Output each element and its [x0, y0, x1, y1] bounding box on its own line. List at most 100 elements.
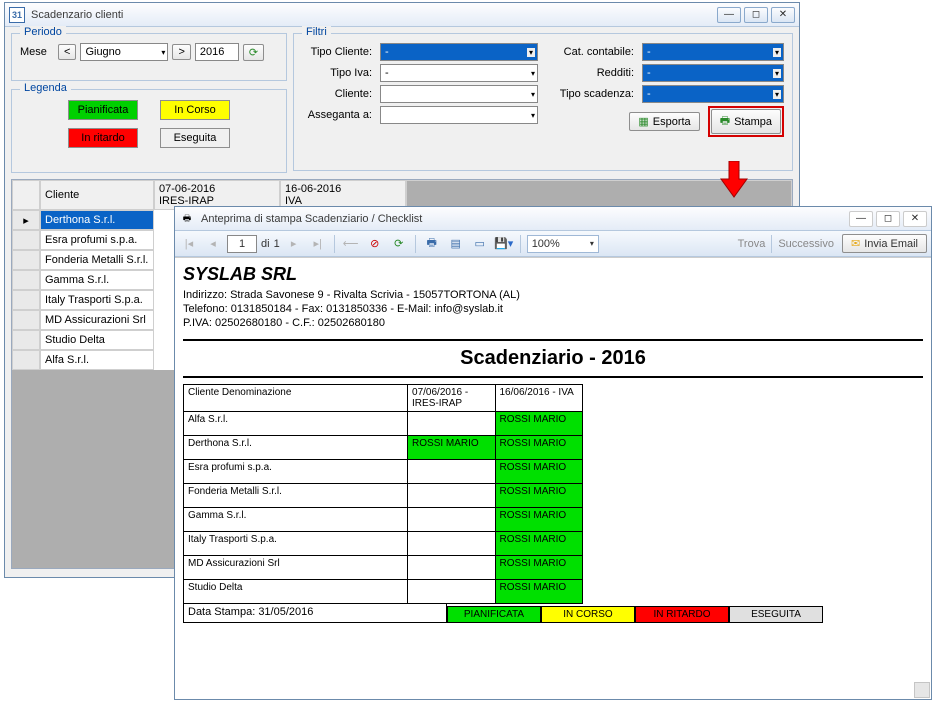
preview-toolbar: |◂ ◂ 1 di 1 ▸ ▸| ⟵ ⊘ ⟳ 🖶 ▤ ▭ 💾▾ 100%▾ Tr… [175, 231, 931, 257]
tipo-scadenza-select[interactable]: -▾ [642, 85, 784, 103]
cat-contabile-select[interactable]: -▾ [642, 43, 784, 61]
export-button[interactable]: 💾▾ [494, 234, 514, 254]
col2-cell: ROSSI MARIO [495, 436, 583, 460]
mail-icon: ✉ [851, 237, 860, 250]
minimize-button[interactable]: — [717, 7, 741, 23]
chevron-down-icon: ▾ [773, 90, 781, 99]
report-piva: P.IVA: 02502680180 - C.F.: 02502680180 [183, 317, 923, 329]
cliente-cell: Studio Delta [184, 580, 408, 604]
close-button[interactable]: ✕ [903, 211, 927, 227]
cliente-select[interactable]: ▾ [380, 85, 538, 103]
tipo-iva-select[interactable]: -▾ [380, 64, 538, 82]
table-row: Studio Delta ROSSI MARIO [184, 580, 583, 604]
last-page-button[interactable]: ▸| [308, 234, 328, 254]
col1-cell: ROSSI MARIO [408, 436, 495, 460]
maximize-button[interactable]: ◻ [876, 211, 900, 227]
close-button[interactable]: ✕ [771, 7, 795, 23]
prev-page-button[interactable]: ◂ [203, 234, 223, 254]
page-setup-button[interactable]: ▭ [470, 234, 490, 254]
cliente-cell: Italy Trasporti S.p.a. [40, 290, 154, 310]
invia-email-button[interactable]: ✉Invia Email [842, 234, 927, 253]
stop-button[interactable]: ⊘ [365, 234, 385, 254]
cliente-cell: Gamma S.r.l. [184, 508, 408, 532]
tipo-cliente-select[interactable]: -▾ [380, 43, 538, 61]
tipo-iva-label: Tipo Iva: [302, 67, 376, 79]
leg-pianificata: PIANIFICATA [447, 606, 541, 623]
find-link[interactable]: Trova [738, 238, 766, 250]
prev-month-button[interactable]: < [58, 44, 76, 60]
row-marker [12, 330, 40, 350]
next-link[interactable]: Successivo [778, 238, 834, 250]
printer-icon: 🖶 [179, 211, 195, 227]
cliente-cell: Italy Trasporti S.p.a. [184, 532, 408, 556]
row-marker [12, 350, 40, 370]
zoom-select[interactable]: 100%▾ [527, 235, 599, 253]
col2-cell: ROSSI MARIO [495, 580, 583, 604]
refresh-button[interactable]: ⟳ [243, 44, 264, 61]
col2-cell: ROSSI MARIO [495, 484, 583, 508]
print-icon: 🖶 [720, 112, 730, 131]
col1-cell [408, 556, 495, 580]
redditi-select[interactable]: -▾ [642, 64, 784, 82]
legenda-pianificata: Pianificata [68, 100, 138, 120]
table-row: MD Assicurazioni SrlROSSI MARIO [184, 556, 583, 580]
col-cliente: Cliente [45, 189, 149, 201]
stampa-button[interactable]: 🖶Stampa [711, 109, 781, 134]
col1-cell [408, 532, 495, 556]
layout-button[interactable]: ▤ [446, 234, 466, 254]
page-total: 1 [274, 238, 280, 250]
row-marker [12, 230, 40, 250]
anno-input[interactable]: 2016 [195, 43, 239, 61]
assegnata-select[interactable]: ▾ [380, 106, 538, 124]
next-month-button[interactable]: > [172, 44, 190, 60]
esporta-button[interactable]: ▦Esporta [629, 112, 699, 131]
first-page-button[interactable]: |◂ [179, 234, 199, 254]
legenda-inritardo: In ritardo [68, 128, 138, 148]
cliente-cell: Studio Delta [40, 330, 154, 350]
leg-eseguita: ESEGUITA [729, 606, 823, 623]
col2-cell: ROSSI MARIO [495, 460, 583, 484]
col1-cell [408, 460, 495, 484]
legenda-incorso: In Corso [160, 100, 230, 120]
cliente-cell: Alfa S.r.l. [184, 412, 408, 436]
table-row: Alfa S.r.l.ROSSI MARIO [184, 412, 583, 436]
mese-value: Giugno [85, 46, 120, 58]
chevron-down-icon: ▾ [161, 48, 165, 57]
cliente-cell: Fonderia Metalli S.r.l. [184, 484, 408, 508]
report-tel: Telefono: 0131850184 - Fax: 0131850336 -… [183, 303, 923, 315]
print-button[interactable]: 🖶 [422, 234, 442, 254]
cliente-cell: Esra profumi s.p.a. [184, 460, 408, 484]
mese-label: Mese [20, 46, 54, 58]
refresh-button[interactable]: ⟳ [389, 234, 409, 254]
leg-inritardo: IN RITARDO [635, 606, 729, 623]
row-marker [12, 250, 40, 270]
minimize-button[interactable]: — [849, 211, 873, 227]
cliente-cell: MD Assicurazioni Srl [184, 556, 408, 580]
filtri-legend: Filtri [302, 26, 331, 38]
window-title: Scadenzario clienti [31, 9, 717, 21]
export-icon: ▦ [638, 115, 648, 128]
th-col1: 07/06/2016 - IRES-IRAP [408, 385, 495, 412]
resize-grip[interactable] [914, 682, 930, 698]
col1-cell [408, 580, 495, 604]
table-row: Fonderia Metalli S.r.l. ROSSI MARIO [184, 484, 583, 508]
table-row: Derthona S.r.l.ROSSI MARIOROSSI MARIO [184, 436, 583, 460]
leg-incorso: IN CORSO [541, 606, 635, 623]
back-button[interactable]: ⟵ [341, 234, 361, 254]
maximize-button[interactable]: ◻ [744, 7, 768, 23]
annotation-arrow-icon [719, 161, 749, 199]
data-stampa: Data Stampa: 31/05/2016 [183, 604, 447, 623]
chevron-down-icon: ▾ [531, 69, 535, 78]
chevron-down-icon: ▾ [590, 239, 594, 248]
cliente-cell: MD Assicurazioni Srl [40, 310, 154, 330]
th-cliente: Cliente Denominazione [184, 385, 408, 412]
next-page-button[interactable]: ▸ [284, 234, 304, 254]
report-address: Indirizzo: Strada Savonese 9 - Rivalta S… [183, 289, 923, 301]
cliente-cell: Gamma S.r.l. [40, 270, 154, 290]
chevron-down-icon: ▾ [531, 90, 535, 99]
report-heading: Scadenziario - 2016 [183, 339, 923, 378]
mese-select[interactable]: Giugno ▾ [80, 43, 168, 61]
cliente-cell: Alfa S.r.l. [40, 350, 154, 370]
page-input[interactable]: 1 [227, 235, 257, 253]
col2-cell: ROSSI MARIO [495, 508, 583, 532]
